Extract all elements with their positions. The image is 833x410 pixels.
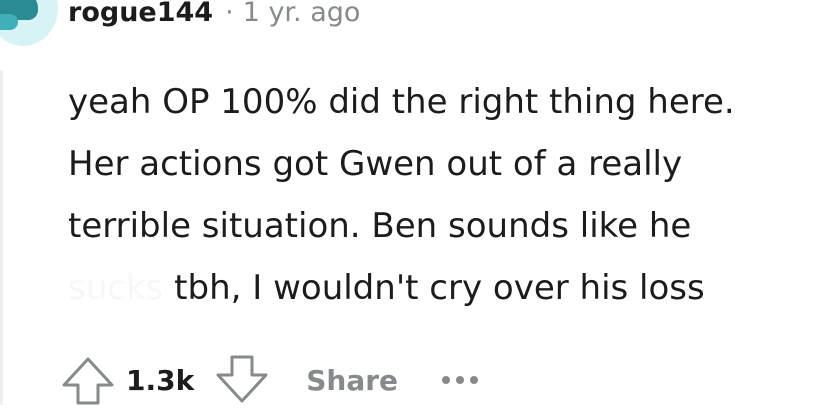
- downvote-arrow-icon[interactable]: [214, 355, 270, 405]
- comment-line-1: yeah OP 100% did the right thing here.: [68, 82, 735, 122]
- comment-line-4-text: tbh, I wouldn't cry over his loss: [163, 268, 705, 308]
- upvote-arrow-icon[interactable]: [60, 355, 116, 405]
- comment-line-4: sucks tbh, I wouldn't cry over his loss: [68, 257, 833, 319]
- more-dot: [470, 376, 479, 384]
- comment-header: rogue144 · 1 yr. ago: [68, 0, 360, 32]
- spoiler-text[interactable]: sucks: [68, 268, 164, 308]
- header-separator: ·: [225, 0, 234, 28]
- avatar[interactable]: [0, 0, 58, 46]
- vote-count: 1.3k: [126, 363, 195, 397]
- comment-timestamp[interactable]: 1 yr. ago: [243, 0, 361, 28]
- more-options-icon[interactable]: [442, 376, 479, 384]
- comment-line-3: terrible situation. Ben sounds like he: [68, 206, 692, 246]
- share-button[interactable]: Share: [306, 364, 398, 397]
- comment-body: yeah OP 100% did the right thing here. H…: [68, 71, 833, 319]
- more-dot: [456, 376, 465, 384]
- more-dot: [442, 376, 451, 384]
- avatar-foot-shape: [0, 14, 18, 30]
- thread-line[interactable]: [0, 70, 3, 405]
- author-username[interactable]: rogue144: [68, 0, 213, 28]
- comment-actions: 1.3k Share: [60, 350, 479, 410]
- comment-line-2: Her actions got Gwen out of a really: [68, 144, 683, 184]
